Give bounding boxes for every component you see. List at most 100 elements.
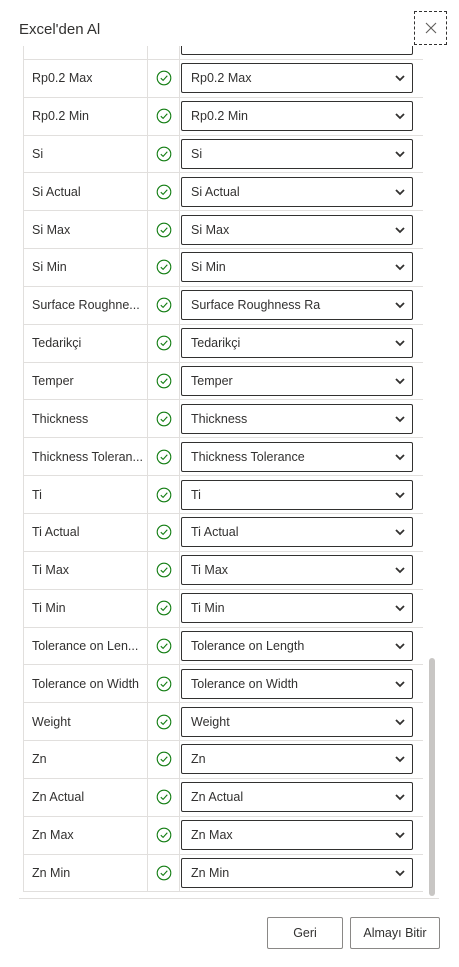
field-mapping-dropdown[interactable]: Si Max (181, 214, 413, 245)
status-cell (148, 400, 180, 438)
column-name-cell: Temper (23, 362, 148, 400)
column-name-cell: Thickness (23, 400, 148, 438)
field-mapping-dropdown[interactable]: Si Actual (181, 176, 413, 207)
field-mapping-dropdown[interactable]: Ti Actual (181, 517, 413, 548)
check-circle-icon (156, 752, 171, 767)
mapping-table: Rp0.2 Max Rp0.2 Max Rp0.2 Min Rp0.2 Min Si Si… (23, 46, 423, 893)
status-cell (148, 589, 180, 627)
check-circle-icon (156, 411, 171, 427)
column-name-label: Ti Min (32, 601, 66, 616)
field-mapping-dropdown[interactable]: Zn (181, 744, 413, 775)
mapping-cell: Ti Max (180, 552, 423, 589)
field-mapping-dropdown[interactable]: Ti (181, 479, 413, 510)
status-cell (148, 551, 180, 589)
check-circle-icon (156, 562, 171, 578)
field-mapping-dropdown[interactable]: Ti Max (181, 555, 413, 586)
mapping-table-viewport[interactable]: Rp0.2 Max Rp0.2 Max Rp0.2 Min Rp0.2 Min Si Si… (19, 46, 439, 899)
table-row: Tolerance on Width Tolerance on Width (23, 665, 423, 704)
field-mapping-dropdown[interactable]: Ti Min (181, 593, 413, 624)
dropdown-selected-value: Si Min (191, 260, 226, 275)
status-cell (148, 362, 180, 400)
column-name-cell: Ti Min (23, 589, 148, 627)
dropdown-selected-value: Tolerance on Width (191, 676, 299, 691)
scrollbar[interactable] (428, 46, 436, 899)
chevron-down-icon (395, 567, 405, 574)
check-circle-icon (156, 525, 171, 540)
status-cell (148, 46, 180, 59)
back-button[interactable]: Geri (267, 917, 343, 949)
table-row: Temper Temper (23, 362, 423, 401)
table-row: Tolerance on Len... Tolerance on Length (23, 627, 423, 666)
status-cell (148, 816, 180, 854)
chevron-down-icon (395, 264, 405, 271)
chevron-down-icon (395, 454, 405, 460)
field-mapping-dropdown[interactable]: Thickness Tolerance (181, 441, 413, 472)
finish-import-button[interactable]: Almayı Bitir (350, 917, 440, 949)
dropdown-selected-value: Weight (191, 714, 230, 729)
dialog-title: Excel'den Al (19, 21, 101, 38)
dropdown-selected-value: Ti (191, 487, 201, 502)
check-circle-icon (156, 487, 171, 502)
mapping-cell (180, 46, 423, 59)
column-name-label: Si Actual (32, 184, 81, 199)
table-row: Tedarikçi Tedarikçi (23, 324, 423, 363)
mapping-cell: Thickness Tolerance (180, 438, 423, 475)
column-name-cell: Rp0.2 Min (23, 97, 148, 135)
check-circle-icon (156, 449, 171, 465)
field-mapping-dropdown[interactable]: Zn Max (181, 820, 413, 851)
scrollbar-thumb[interactable] (429, 658, 435, 896)
chevron-down-icon (395, 378, 405, 385)
table-row: Thickness Thickness (23, 400, 423, 439)
field-mapping-dropdown[interactable]: Tedarikçi (181, 328, 413, 359)
check-circle-icon (156, 108, 171, 124)
field-mapping-dropdown[interactable]: Zn Actual (181, 782, 413, 813)
field-mapping-dropdown[interactable]: Tolerance on Length (181, 630, 413, 661)
status-cell (148, 513, 180, 551)
column-name-cell: Si Max (23, 211, 148, 249)
check-circle-icon (156, 222, 171, 237)
column-name-label: Temper (32, 374, 74, 389)
field-mapping-dropdown[interactable]: Si (181, 138, 413, 169)
column-name-label: Ti Actual (32, 525, 80, 540)
field-mapping-dropdown[interactable]: Zn Min (181, 857, 413, 888)
column-name-cell: Si Actual (23, 173, 148, 211)
field-mapping-dropdown[interactable]: Temper (181, 366, 413, 397)
mapping-cell: Weight (180, 703, 423, 740)
column-name-cell: Zn Min (23, 854, 148, 892)
field-mapping-dropdown[interactable]: Si Min (181, 252, 413, 283)
close-button[interactable] (414, 11, 447, 45)
column-name-cell: Tolerance on Len... (23, 627, 148, 665)
chevron-down-icon (395, 340, 405, 347)
field-mapping-dropdown[interactable]: Thickness (181, 403, 413, 434)
status-cell (148, 59, 180, 97)
chevron-down-icon (395, 832, 405, 839)
table-row: Zn Actual Zn Actual (23, 778, 423, 817)
column-name-label: Tolerance on Len... (32, 638, 139, 653)
table-row (23, 46, 423, 60)
mapping-cell: Surface Roughness Ra (180, 287, 423, 324)
check-circle-icon (156, 297, 171, 313)
mapping-cell: Rp0.2 Min (180, 98, 423, 135)
check-circle-icon (156, 827, 171, 843)
chevron-down-icon (395, 151, 405, 158)
field-mapping-dropdown[interactable]: Surface Roughness Ra (181, 290, 413, 321)
mapping-cell: Si Actual (180, 173, 423, 210)
field-mapping-dropdown[interactable]: Weight (181, 706, 413, 737)
field-mapping-dropdown[interactable]: Rp0.2 Max (181, 63, 413, 94)
dropdown-selected-value: Rp0.2 Min (191, 109, 248, 124)
chevron-down-icon (395, 794, 405, 801)
column-name-label: Thickness Toleran... (32, 449, 143, 464)
column-name-label: Surface Roughne... (32, 298, 140, 313)
field-mapping-dropdown[interactable]: Tolerance on Width (181, 668, 413, 699)
mapping-cell: Tolerance on Width (180, 665, 423, 702)
column-name-label: Ti Max (32, 563, 70, 578)
chevron-down-icon (395, 756, 405, 763)
column-name-label: Si Min (32, 260, 67, 275)
field-mapping-dropdown[interactable]: Rp0.2 Min (181, 101, 413, 132)
table-row: Si Actual Si Actual (23, 173, 423, 212)
dropdown-selected-value: Thickness (191, 411, 248, 426)
dropdown-selected-value: Tedarikçi (191, 336, 241, 351)
dropdown-selected-value: Ti Min (191, 601, 225, 616)
mapping-cell: Si Max (180, 211, 423, 248)
field-mapping-dropdown[interactable] (181, 46, 413, 56)
